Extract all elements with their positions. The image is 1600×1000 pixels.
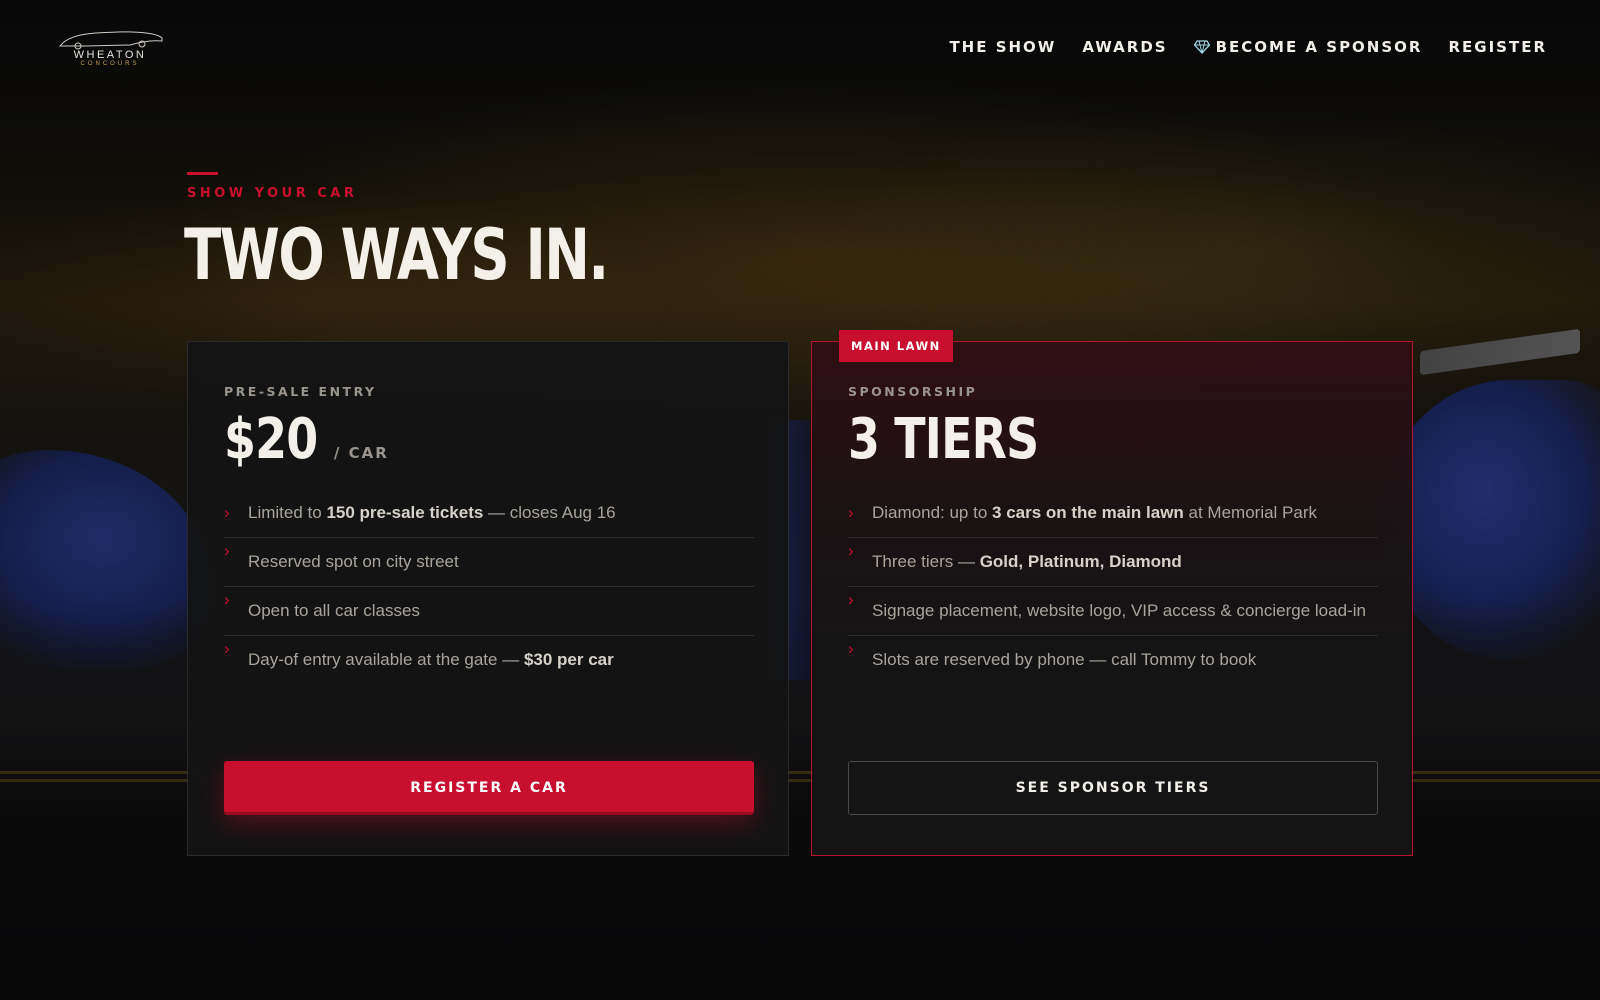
feature-emphasis: 3 cars on the main lawn [992,503,1184,522]
feature-text: Reserved spot on city street [248,552,459,571]
main-nav: THE SHOW AWARDS BECOME A SPONSOR REGISTE… [923,38,1547,56]
feature-text: Limited to [248,503,327,522]
brand-logo[interactable]: WHEATON CONCOURS [56,28,164,70]
nav-register[interactable]: REGISTER [1448,38,1547,56]
price-value: $20 [224,407,318,472]
main-lawn-badge: MAIN LAWN [839,330,953,362]
feature-text: Open to all car classes [248,601,420,620]
feature-list: › Diamond: up to 3 cars on the main lawn… [848,500,1378,684]
feature-text: Day-of entry available at the gate — [248,650,524,669]
feature-text: Signage placement, website logo, VIP acc… [872,601,1366,620]
price-unit: / CAR [333,444,389,462]
chevron-right-icon: › [224,503,230,522]
feature-emphasis: Gold, Platinum, Diamond [979,552,1182,571]
car-outline-icon [58,31,163,50]
presale-entry-card: PRE-SALE ENTRY $20 / CAR › Limited to 15… [187,341,789,856]
section-eyebrow: SHOW YOUR CAR [187,186,358,201]
feature-text: at Memorial Park [1183,503,1317,522]
chevron-right-icon: › [224,639,230,658]
chevron-right-icon: › [224,590,230,609]
list-item: › Slots are reserved by phone — call Tom… [848,636,1378,684]
feature-text: Three tiers — [872,552,980,571]
feature-emphasis: $30 per car [523,650,614,669]
list-item: › Reserved spot on city street [224,538,754,587]
chevron-right-icon: › [848,541,854,560]
list-item: › Three tiers — Gold, Platinum, Diamond [848,538,1378,587]
list-item: › Open to all car classes [224,587,754,636]
card-kicker: SPONSORSHIP [848,384,978,399]
nav-label: THE SHOW [949,38,1057,56]
brand-name: WHEATON [73,49,147,61]
diamond-icon [1193,40,1210,54]
section-headline: TWO WAYS IN. [184,214,609,296]
tiers-value: 3 TIERS [848,407,1039,472]
nav-label: BECOME A SPONSOR [1215,38,1423,56]
price-block: 3 TIERS [848,412,1080,468]
list-item: › Day-of entry available at the gate — $… [224,636,754,684]
list-item: › Limited to 150 pre-sale tickets — clos… [224,500,754,538]
feature-text: Slots are reserved by phone — call Tommy… [872,650,1257,669]
nav-become-a-sponsor[interactable]: BECOME A SPONSOR [1193,38,1423,56]
nav-label: REGISTER [1448,38,1547,56]
site-header: WHEATON CONCOURS THE SHOW AWARDS BECOME … [0,0,1600,100]
feature-emphasis: 150 pre-sale tickets [326,503,484,522]
register-car-button[interactable]: REGISTER A CAR [224,761,754,815]
price-block: $20 / CAR [224,412,389,468]
nav-label: AWARDS [1082,38,1168,56]
chevron-right-icon: › [848,503,854,522]
list-item: › Diamond: up to 3 cars on the main lawn… [848,500,1378,538]
card-kicker: PRE-SALE ENTRY [224,384,377,399]
see-sponsor-tiers-button[interactable]: SEE SPONSOR TIERS [848,761,1378,815]
nav-awards[interactable]: AWARDS [1082,38,1167,56]
sponsorship-card: MAIN LAWN SPONSORSHIP 3 TIERS › Diamond:… [811,330,1413,856]
nav-the-show[interactable]: THE SHOW [949,38,1056,56]
chevron-right-icon: › [848,639,854,658]
chevron-right-icon: › [848,590,854,609]
list-item: › Signage placement, website logo, VIP a… [848,587,1378,636]
feature-text: — closes Aug 16 [483,503,616,522]
feature-text: Diamond: up to [872,503,993,522]
chevron-right-icon: › [224,541,230,560]
brand-subtitle: CONCOURS [80,61,140,67]
eyebrow-accent-line [187,172,218,175]
feature-list: › Limited to 150 pre-sale tickets — clos… [224,500,754,684]
